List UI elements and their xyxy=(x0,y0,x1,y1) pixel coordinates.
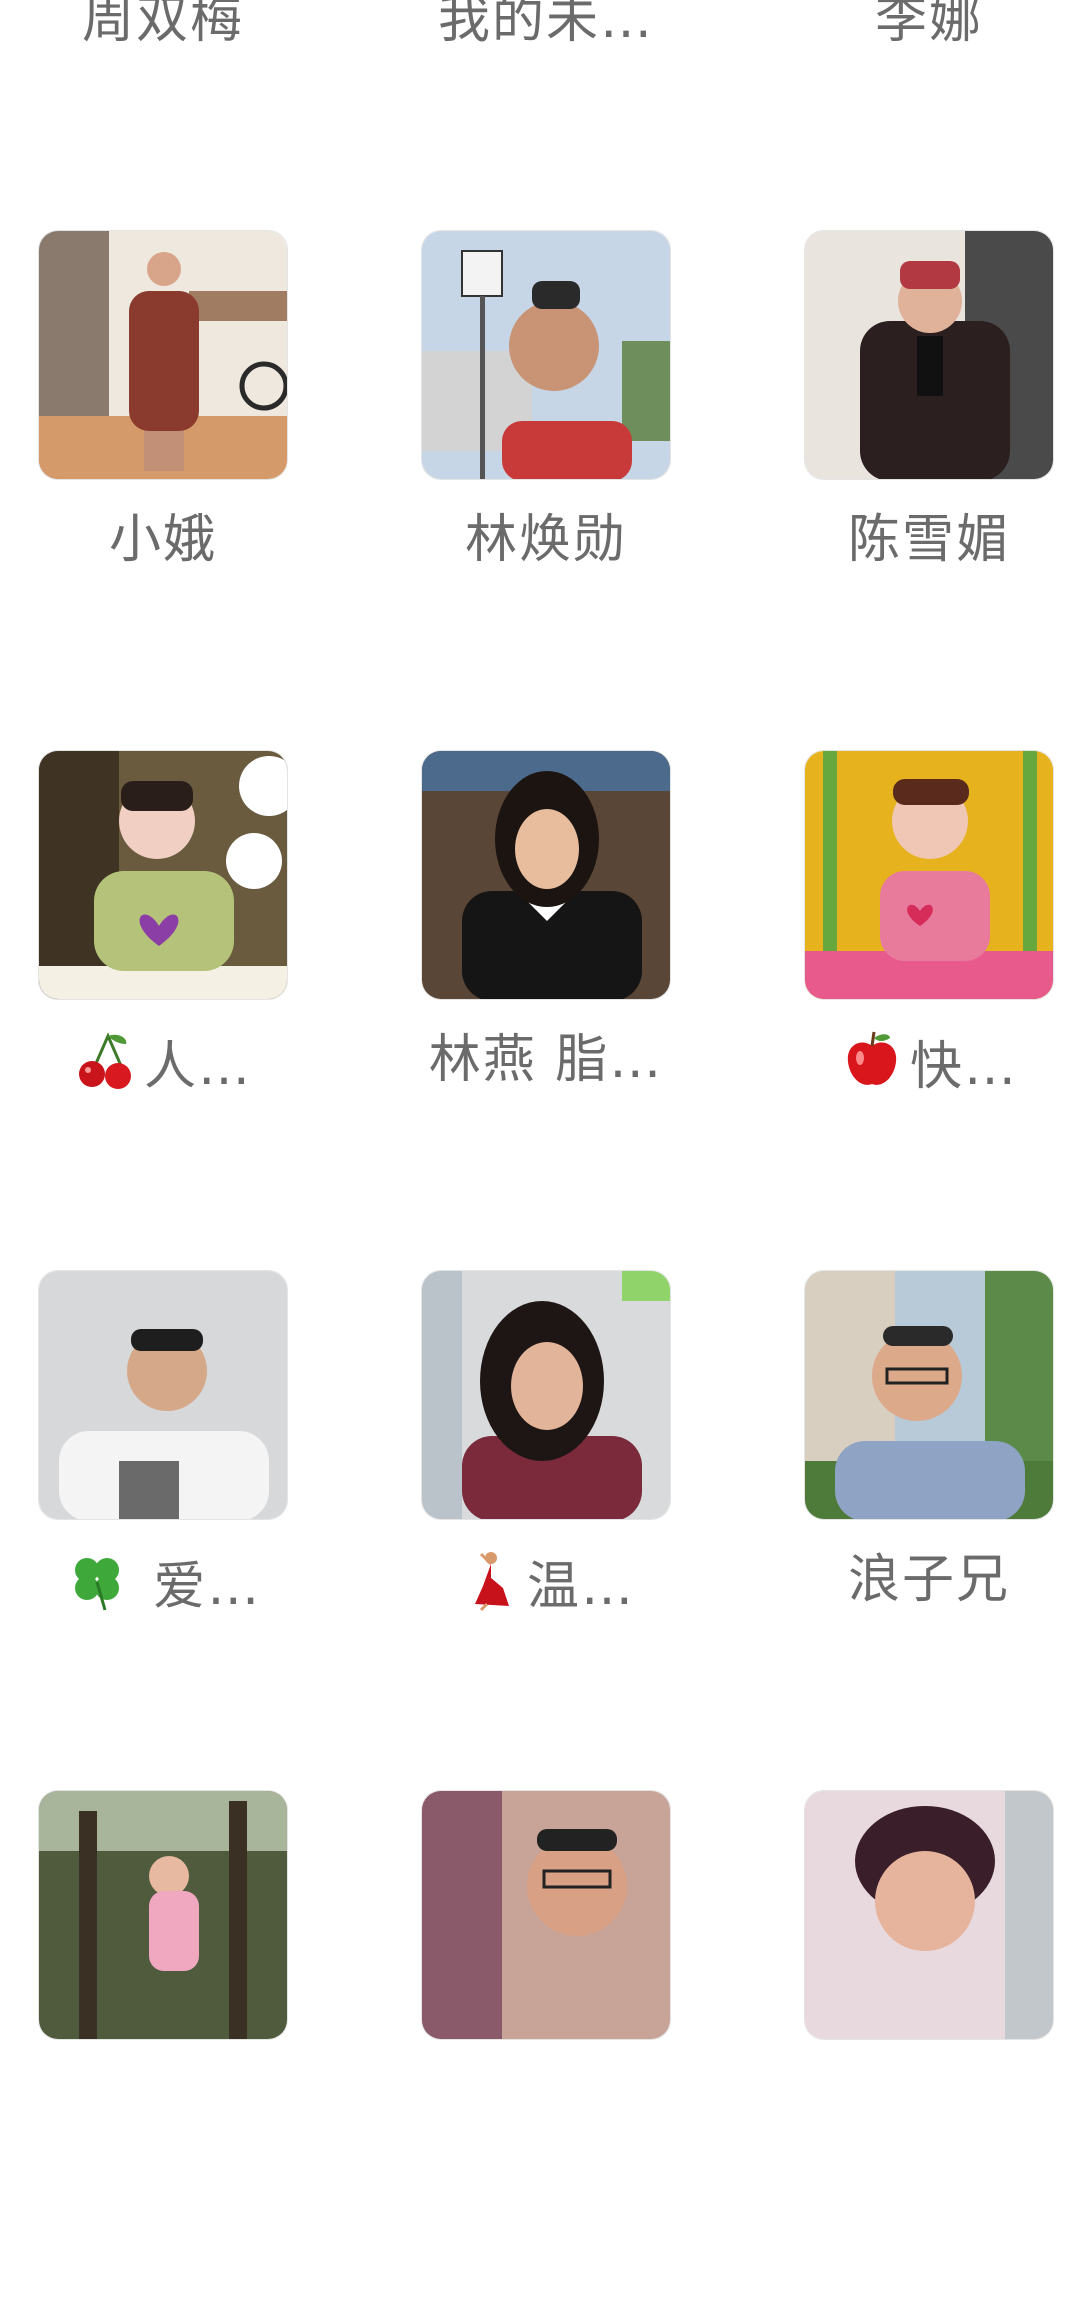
contact-avatar[interactable] xyxy=(38,1270,288,1520)
contact-item[interactable]: 爱… xyxy=(38,1270,288,1700)
contact-avatar[interactable] xyxy=(804,1790,1054,2040)
contact-avatar[interactable] xyxy=(421,750,671,1000)
contact-item[interactable]: 林焕勋 xyxy=(421,230,671,660)
contact-avatar[interactable] xyxy=(38,750,288,1000)
contact-item[interactable] xyxy=(38,1790,288,2220)
contact-item[interactable] xyxy=(804,1790,1054,2220)
contact-avatar[interactable] xyxy=(804,750,1054,1000)
contact-name: 周双梅 xyxy=(81,0,244,50)
contact-item[interactable]: 小娥 xyxy=(38,230,288,660)
contact-row: 周双梅 我的未… 李娜 xyxy=(0,0,1080,230)
contact-item[interactable]: 人… xyxy=(38,750,288,1180)
contact-item[interactable]: 陈雪媚 xyxy=(804,230,1054,660)
contact-name: 林燕 脂… xyxy=(428,1030,664,1090)
contact-avatar[interactable] xyxy=(421,1790,671,2040)
contact-name: 小娥 xyxy=(108,510,217,570)
contact-item[interactable]: 李娜 xyxy=(804,0,1054,140)
contact-name: 李娜 xyxy=(874,0,983,50)
contact-name: 林焕勋 xyxy=(464,510,627,570)
apple-icon xyxy=(840,1028,904,1092)
contact-item[interactable]: 我的未… xyxy=(421,0,671,140)
dancer-icon xyxy=(457,1548,521,1612)
contact-avatar[interactable] xyxy=(421,230,671,480)
four-leaf-clover-icon xyxy=(65,1548,129,1612)
contact-avatar[interactable] xyxy=(804,1270,1054,1520)
contact-row: 人… 林燕 脂… 快… xyxy=(0,750,1080,1270)
contact-item[interactable]: 温… xyxy=(421,1270,671,1700)
contact-name: 陈雪媚 xyxy=(847,510,1010,570)
contact-row xyxy=(0,1790,1080,2310)
contact-item[interactable]: 快… xyxy=(804,750,1054,1180)
contact-item[interactable] xyxy=(421,1790,671,2220)
contact-name: 快… xyxy=(774,1028,1080,1099)
contact-avatar[interactable] xyxy=(38,1790,288,2040)
contact-name: 人… xyxy=(8,1028,318,1099)
contact-name: 浪子兄 xyxy=(847,1550,1010,1610)
contact-name: 温… xyxy=(391,1548,701,1619)
contact-item[interactable]: 林燕 脂… xyxy=(421,750,671,1180)
contact-avatar[interactable] xyxy=(421,1270,671,1520)
contact-name: 我的未… xyxy=(437,0,654,50)
contact-row: 小娥 林焕勋 陈雪媚 xyxy=(0,230,1080,750)
contact-item[interactable]: 周双梅 xyxy=(38,0,288,140)
contact-avatar[interactable] xyxy=(38,230,288,480)
contact-item[interactable]: 浪子兄 xyxy=(804,1270,1054,1700)
cherries-icon xyxy=(74,1028,138,1092)
contact-row: 爱… 温… 浪子兄 xyxy=(0,1270,1080,1790)
contact-avatar[interactable] xyxy=(804,230,1054,480)
contact-grid: 周双梅 我的未… 李娜 小娥 林焕勋 陈雪媚 人… 林燕 脂… 快… 爱… 温…… xyxy=(0,0,1080,2310)
contact-name: 爱… xyxy=(8,1548,318,1619)
